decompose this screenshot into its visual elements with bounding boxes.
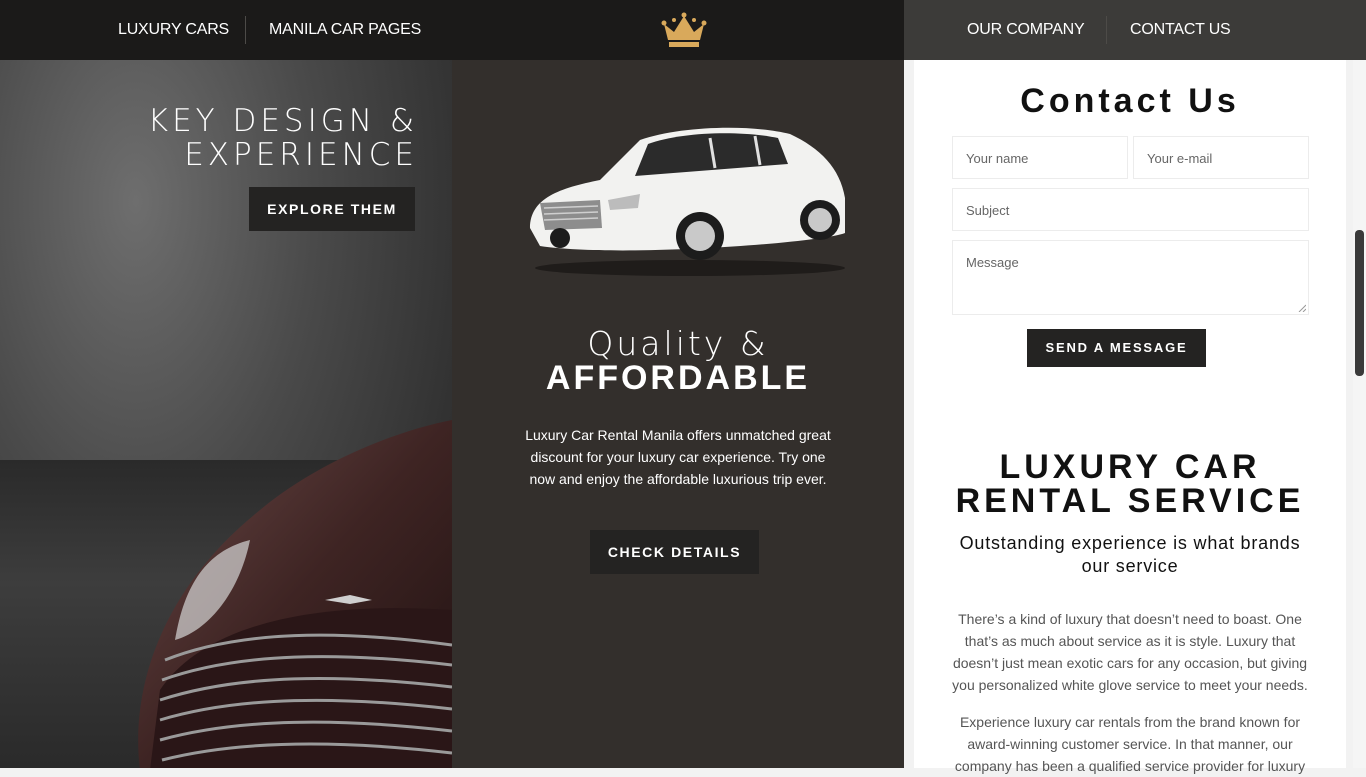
check-details-button[interactable]: CHECK DETAILS — [590, 530, 759, 574]
affordable-description: Luxury Car Rental Manila offers unmatche… — [525, 427, 831, 487]
nav-left-section: LUXURY CARS MANILA CAR PAGES — [0, 0, 904, 60]
heading-line: EXPERIENCE — [184, 137, 418, 173]
message-field[interactable]: Message — [952, 240, 1309, 315]
scrollbar-thumb[interactable] — [1355, 230, 1364, 376]
car-closeup-image — [138, 420, 452, 768]
service-heading: LUXURY CAR RENTAL SERVICE — [914, 450, 1346, 518]
quality-affordable-panel: Quality & AFFORDABLE Luxury Car Rental M… — [452, 60, 904, 768]
contact-panel: Contact Us Your name Your e-mail Subject… — [904, 60, 1366, 774]
service-paragraph: Experience luxury car rentals from the b… — [954, 714, 1306, 774]
subject-field[interactable]: Subject — [952, 188, 1309, 231]
nav-link-manila-car-pages[interactable]: MANILA CAR PAGES — [269, 0, 421, 60]
key-design-heading: KEY DESIGN & EXPERIENCE — [148, 104, 418, 172]
nav-link-contact-us[interactable]: CONTACT US — [1130, 0, 1231, 60]
heading-line: KEY DESIGN & — [147, 103, 418, 139]
contact-heading: Contact Us — [1020, 82, 1240, 120]
heading-line: LUXURY CAR — [999, 448, 1261, 486]
nav-divider — [245, 16, 246, 44]
nav-right-section: OUR COMPANY CONTACT US — [904, 0, 1366, 60]
white-sedan-image — [530, 127, 845, 276]
key-design-panel: KEY DESIGN & EXPERIENCE EXPLORE THEM — [0, 60, 452, 768]
page-scrollbar[interactable] — [1353, 60, 1366, 768]
service-paragraph: There’s a kind of luxury that doesn’t ne… — [952, 611, 1308, 693]
nav-link-luxury-cars[interactable]: LUXURY CARS — [118, 0, 229, 60]
contact-card: Contact Us Your name Your e-mail Subject… — [914, 60, 1346, 774]
message-placeholder: Message — [966, 255, 1019, 270]
send-message-button[interactable]: SEND A MESSAGE — [1027, 329, 1206, 367]
affordable-heading: AFFORDABLE — [545, 359, 811, 397]
crown-icon[interactable] — [660, 12, 708, 50]
service-subtitle: Outstanding experience is what brands ou… — [959, 533, 1301, 576]
email-field[interactable]: Your e-mail — [1133, 136, 1309, 179]
name-field[interactable]: Your name — [952, 136, 1128, 179]
nav-link-our-company[interactable]: OUR COMPANY — [967, 0, 1085, 60]
nav-divider — [1106, 16, 1107, 44]
explore-them-button[interactable]: EXPLORE THEM — [249, 187, 415, 231]
top-navigation: LUXURY CARS MANILA CAR PAGES OUR COMPANY… — [0, 0, 1366, 60]
heading-line: RENTAL SERVICE — [955, 482, 1305, 520]
resize-handle-icon[interactable] — [1298, 304, 1306, 312]
